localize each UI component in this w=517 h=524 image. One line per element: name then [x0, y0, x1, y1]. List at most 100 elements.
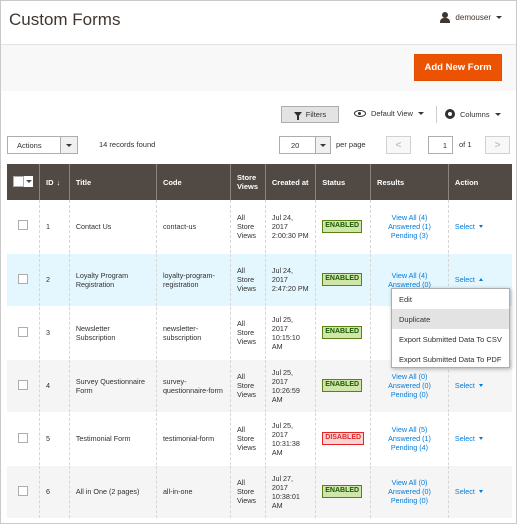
- view-all-link[interactable]: View All (0): [377, 478, 442, 487]
- columns-label: Columns: [460, 109, 490, 119]
- pager-row: Actions 14 records found 20 per page < 1…: [0, 136, 517, 155]
- cell-created: Jul 24, 2017 2:47:20 PM: [264, 253, 316, 307]
- row-checkbox[interactable]: [18, 326, 28, 337]
- add-new-form-button[interactable]: Add New Form: [414, 54, 502, 81]
- column-results: Results: [370, 164, 449, 200]
- filters-button[interactable]: Filters: [281, 106, 339, 123]
- view-all-link[interactable]: View All (4): [377, 271, 442, 280]
- page-number-input[interactable]: 1: [428, 136, 453, 154]
- default-view-label: Default View: [371, 109, 413, 118]
- user-name: demouser: [455, 13, 491, 22]
- mass-select-checkbox[interactable]: [13, 175, 33, 187]
- status-badge: ENABLED: [322, 273, 363, 286]
- page-actions: Add New Form: [1, 44, 516, 91]
- gear-icon: [445, 109, 455, 119]
- chevron-down-icon: [24, 175, 33, 187]
- pending-link[interactable]: Pending (0): [377, 496, 442, 505]
- chevron-down-icon: [478, 224, 483, 228]
- table-row: 1 Contact Us contact-us All Store Views …: [7, 200, 512, 254]
- row-checkbox[interactable]: [18, 379, 28, 390]
- cell-id: 6: [39, 465, 70, 519]
- column-code[interactable]: Code: [155, 164, 231, 200]
- columns-dropdown[interactable]: Columns: [445, 109, 501, 119]
- mass-actions-select[interactable]: Actions: [7, 136, 78, 154]
- page-header: Custom Forms demouser: [1, 1, 516, 44]
- row-checkbox[interactable]: [18, 220, 28, 231]
- pending-link[interactable]: Pending (3): [377, 231, 442, 240]
- answered-link[interactable]: Answered (1): [377, 434, 442, 443]
- per-page-select[interactable]: 20: [279, 136, 331, 154]
- cell-created: Jul 25, 2017 10:15:10 AM: [264, 306, 316, 360]
- status-badge: ENABLED: [322, 485, 363, 498]
- user-icon: [440, 12, 451, 23]
- column-id[interactable]: ID ↓: [39, 164, 70, 200]
- pending-link[interactable]: Pending (4): [377, 443, 442, 452]
- column-title[interactable]: Title: [68, 164, 157, 200]
- status-badge: ENABLED: [322, 219, 363, 233]
- pending-link[interactable]: Pending (0): [377, 390, 442, 399]
- menu-item-export-pdf[interactable]: Export Submitted Data To PDF: [392, 349, 509, 369]
- grid-toolbar: Filters Default View Columns: [0, 106, 517, 124]
- cell-id: 3: [39, 306, 70, 360]
- eye-icon: [354, 110, 366, 117]
- cell-title: Survey Questionnaire Form: [68, 359, 157, 413]
- records-count: 14 records found: [99, 140, 156, 149]
- view-all-link[interactable]: View All (5): [377, 425, 442, 434]
- chevron-down-icon: [494, 112, 501, 116]
- divider: [436, 106, 437, 123]
- user-menu[interactable]: demouser: [440, 12, 502, 23]
- prev-page-button[interactable]: <: [386, 136, 411, 154]
- answered-link[interactable]: Answered (1): [377, 222, 442, 231]
- answered-link[interactable]: Answered (0): [377, 487, 442, 496]
- column-status[interactable]: Status: [315, 164, 371, 200]
- row-action-select[interactable]: Select: [455, 275, 483, 284]
- actions-label: Actions: [17, 141, 42, 150]
- sort-arrow-icon: ↓: [56, 177, 61, 187]
- cell-created: Jul 27, 2017 10:38:01 AM: [264, 465, 316, 519]
- row-checkbox[interactable]: [18, 273, 28, 284]
- row-action-select[interactable]: Select: [455, 222, 483, 231]
- cell-store: All Store Views: [229, 465, 266, 519]
- row-checkbox[interactable]: [18, 485, 28, 496]
- view-all-link[interactable]: View All (4): [377, 213, 442, 222]
- chevron-down-icon: [478, 437, 483, 440]
- cell-title: All in One (2 pages): [68, 465, 157, 519]
- chevron-down-icon: [60, 137, 77, 153]
- cell-store: All Store Views: [229, 306, 266, 360]
- page-title: Custom Forms: [9, 10, 121, 29]
- row-checkbox[interactable]: [18, 432, 28, 443]
- view-all-link[interactable]: View All (0): [377, 372, 442, 381]
- cell-id: 2: [39, 253, 70, 307]
- cell-code: contact-us: [155, 200, 231, 254]
- row-action-select[interactable]: Select: [455, 381, 483, 390]
- cell-id: 4: [39, 359, 70, 413]
- menu-item-export-csv[interactable]: Export Submitted Data To CSV: [392, 329, 509, 349]
- row-action-select[interactable]: Select: [455, 487, 483, 496]
- chevron-down-icon: [315, 137, 330, 153]
- row-action-menu: Edit Duplicate Export Submitted Data To …: [391, 288, 510, 368]
- default-view-dropdown[interactable]: Default View: [354, 109, 424, 118]
- cell-store: All Store Views: [229, 200, 266, 254]
- chevron-down-icon: [496, 16, 502, 19]
- per-page-value: 20: [291, 141, 300, 150]
- cell-store: All Store Views: [229, 359, 266, 413]
- column-store-views[interactable]: Store Views: [229, 164, 266, 200]
- cell-code: loyalty-program-registration: [155, 253, 231, 307]
- cell-created: Jul 25, 2017 10:26:59 AM: [264, 359, 316, 413]
- per-page-label: per page: [336, 140, 366, 149]
- table-header: ID ↓ Title Code Store Views Created at St…: [7, 164, 512, 200]
- menu-item-edit[interactable]: Edit: [392, 289, 509, 309]
- row-action-select[interactable]: Select: [455, 434, 483, 443]
- funnel-icon: [293, 112, 302, 120]
- answered-link[interactable]: Answered (0): [377, 381, 442, 390]
- cell-code: testimonial-form: [155, 412, 231, 466]
- cell-title: Testimonial Form: [68, 412, 157, 466]
- column-created-at[interactable]: Created at: [264, 164, 316, 200]
- menu-item-duplicate[interactable]: Duplicate: [392, 309, 509, 329]
- table-row: 5 Testimonial Form testimonial-form All …: [7, 412, 512, 466]
- chevron-down-icon: [478, 384, 483, 387]
- status-badge: ENABLED: [322, 379, 363, 392]
- cell-code: all-in-one: [155, 465, 231, 519]
- next-page-button[interactable]: >: [485, 136, 510, 154]
- mass-select-header[interactable]: [7, 164, 40, 200]
